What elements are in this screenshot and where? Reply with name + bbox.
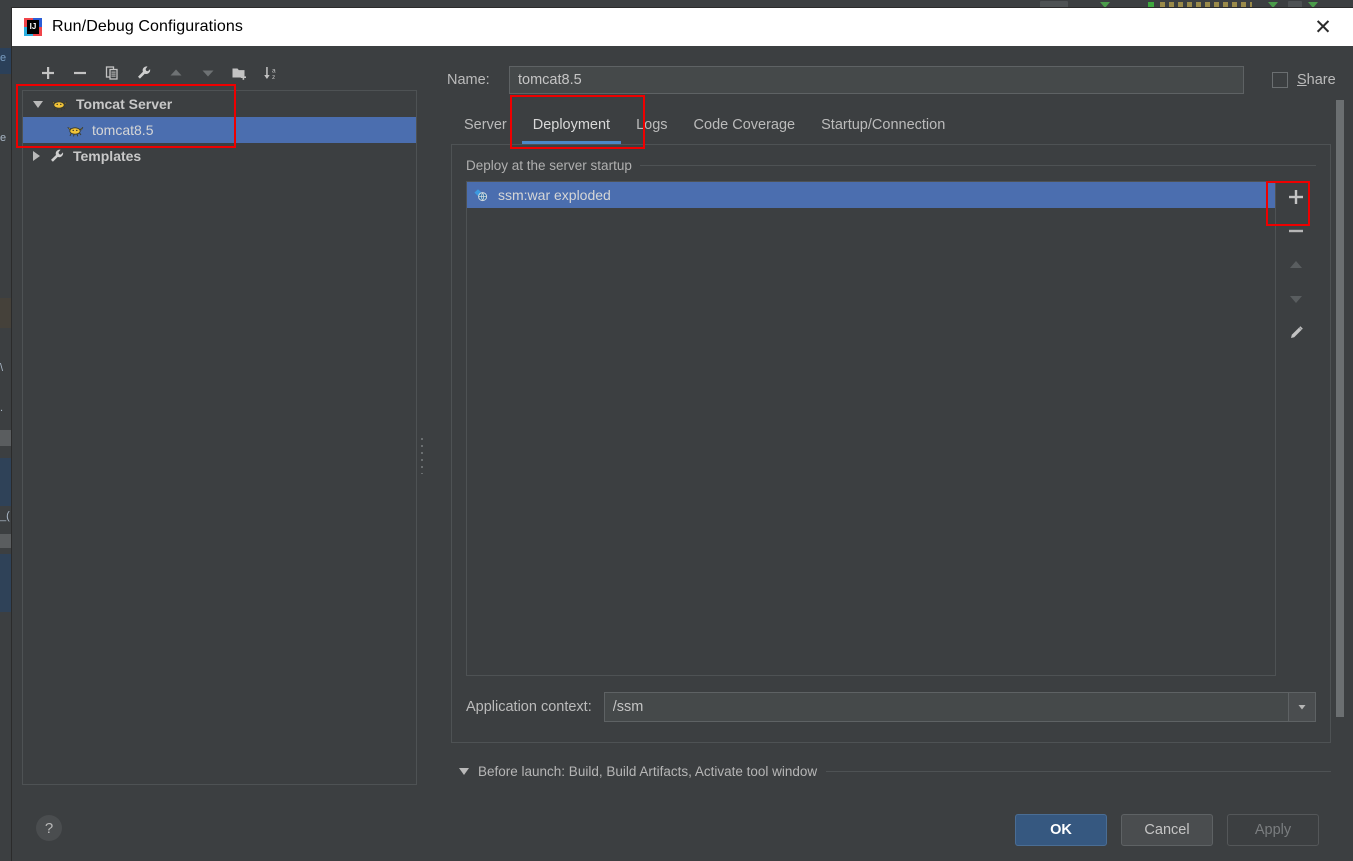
application-context-row: Application context: [466,684,1316,730]
tab-startup-connection[interactable]: Startup/Connection [808,106,958,144]
name-row: Name: Share [429,60,1353,100]
apply-button: Apply [1227,814,1319,846]
move-up-button[interactable] [162,60,190,86]
name-input[interactable] [509,66,1244,94]
folder-add-icon [232,68,246,80]
run-debug-configurations-dialog: IJ Run/Debug Configurations ✕ a z Tomcat… [12,8,1353,861]
move-artifact-up-button[interactable] [1279,251,1313,279]
tab-server[interactable]: Server [451,106,520,144]
copy-icon [105,66,118,80]
sort-az-icon: a z [264,67,276,81]
configuration-tabs: Server Deployment Logs Code Coverage Sta… [429,104,1353,144]
deployment-tab-panel: Deploy at the server startup ssm:war exp… [451,144,1331,743]
share-label: Share [1297,72,1336,88]
help-row: ? [22,795,417,861]
intellij-idea-icon: IJ [24,18,42,36]
before-launch-section[interactable]: Before launch: Build, Build Artifacts, A… [429,743,1353,799]
deploy-legend-label: Deploy at the server startup [466,157,632,173]
edit-artifact-button[interactable] [1279,319,1313,347]
before-launch-label: Before launch: Build, Build Artifacts, A… [478,763,818,779]
deploy-area: ssm:war exploded [466,181,1316,676]
application-context-combobox[interactable] [603,692,1316,722]
wrench-icon [48,148,66,164]
help-button[interactable]: ? [36,815,62,841]
remove-configuration-button[interactable] [66,60,94,86]
deployment-actions-toolbar [1276,181,1316,676]
svg-text:z: z [272,74,275,81]
tree-item-label: Tomcat Server [76,96,173,112]
list-item-label: ssm:war exploded [498,187,611,203]
wrench-icon [138,66,151,79]
arrow-down-icon [1290,296,1302,303]
add-configuration-button[interactable] [34,60,62,86]
minus-icon [1289,229,1303,233]
close-icon[interactable]: ✕ [1303,14,1343,40]
remove-artifact-button[interactable] [1279,217,1313,245]
ide-editor-edge: e e \ . _( [0,10,12,861]
tab-logs[interactable]: Logs [623,106,680,144]
tree-item-templates[interactable]: Templates [23,143,416,169]
plus-icon [42,67,54,79]
move-down-button[interactable] [194,60,222,86]
tree-item-label: tomcat8.5 [92,122,154,138]
chevron-right-icon[interactable] [33,151,40,161]
deploy-legend: Deploy at the server startup [466,155,1316,175]
tab-code-coverage[interactable]: Code Coverage [681,106,809,144]
pencil-icon [1291,326,1303,338]
configurations-tree[interactable]: Tomcat Server tomcat8.5 Templates [22,90,417,785]
ok-button[interactable]: OK [1015,814,1107,846]
new-folder-button[interactable] [226,60,254,86]
configurations-toolbar: a z [22,58,417,88]
cancel-button[interactable]: Cancel [1121,814,1213,846]
chevron-down-icon[interactable] [33,100,43,108]
arrow-up-icon [1290,261,1302,268]
chevron-down-icon[interactable] [459,767,469,775]
add-artifact-button[interactable] [1279,183,1313,211]
legend-rule [639,164,1316,166]
tomcat-icon [67,122,85,138]
arrow-down-icon [202,70,214,77]
edit-defaults-button[interactable] [130,60,158,86]
tree-item-tomcat85[interactable]: tomcat8.5 [23,117,416,143]
dialog-button-bar: OK Cancel Apply [429,799,1353,861]
artifact-icon [473,187,491,203]
splitter-grip-icon [421,437,425,474]
sort-button[interactable]: a z [258,60,286,86]
before-launch-rule [826,770,1331,772]
chevron-down-icon[interactable] [1288,693,1315,721]
move-artifact-down-button[interactable] [1279,285,1313,313]
dialog-scrollbar[interactable] [1335,100,1345,720]
share-checkbox[interactable]: Share [1272,72,1336,88]
tab-deployment[interactable]: Deployment [520,106,623,144]
scrollbar-thumb[interactable] [1336,100,1344,717]
tree-item-label: Templates [73,148,142,164]
tomcat-icon [51,96,69,112]
name-label: Name: [447,72,490,88]
arrow-up-icon [170,69,182,76]
pane-splitter[interactable] [417,50,429,861]
dialog-title: Run/Debug Configurations [52,18,243,35]
configuration-editor-pane: Name: Share Server Deployment Logs Code … [429,50,1353,861]
plus-icon [1289,190,1303,204]
deployment-artifacts-list[interactable]: ssm:war exploded [466,181,1276,676]
application-context-input[interactable] [604,693,1288,721]
minus-icon [74,71,86,75]
dialog-body: a z Tomcat Server tomcat8.5 Templates ? … [12,46,1353,861]
tree-item-tomcat-server[interactable]: Tomcat Server [23,91,416,117]
configurations-pane: a z Tomcat Server tomcat8.5 Templates ? [12,50,417,861]
checkbox-box[interactable] [1272,72,1288,88]
dialog-titlebar: IJ Run/Debug Configurations ✕ [12,8,1353,46]
copy-configuration-button[interactable] [98,60,126,86]
application-context-label: Application context: [466,699,592,715]
list-item[interactable]: ssm:war exploded [467,182,1275,208]
